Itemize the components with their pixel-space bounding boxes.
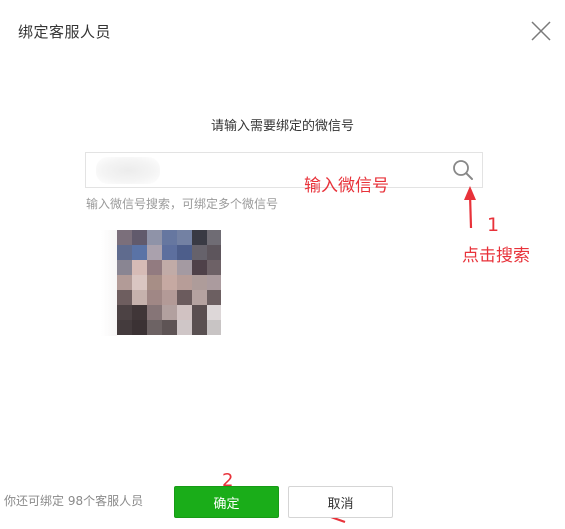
arrow-up-icon	[464, 186, 476, 229]
avatar-mosaic-cell	[117, 230, 132, 245]
avatar-mosaic-cell	[162, 275, 177, 290]
search-hint: 输入微信号搜索，可绑定多个微信号	[86, 197, 279, 211]
search-icon[interactable]	[451, 158, 475, 182]
dialog-title: 绑定客服人员	[18, 23, 112, 41]
avatar-mosaic-cell	[177, 305, 192, 320]
avatar-mosaic-cell	[147, 230, 162, 245]
avatar-mosaic-cell	[117, 305, 132, 320]
avatar-mosaic-cell	[132, 230, 147, 245]
avatar-mosaic-cell	[132, 275, 147, 290]
avatar-mosaic-cell	[192, 320, 207, 335]
avatar-mosaic-cell	[207, 320, 221, 335]
annotation-input-label: 输入微信号	[304, 176, 389, 196]
avatar-mosaic-cell	[192, 245, 207, 260]
avatar-mosaic-cell	[117, 275, 132, 290]
avatar-mosaic-cell	[177, 245, 192, 260]
avatar-mosaic-cell	[177, 320, 192, 335]
avatar-mosaic-cell	[132, 320, 147, 335]
search-prompt: 请输入需要绑定的微信号	[210, 119, 354, 134]
avatar-mosaic-cell	[147, 245, 162, 260]
avatar-mosaic-cell	[147, 290, 162, 305]
avatar-mosaic-cell	[177, 275, 192, 290]
avatar-mosaic-cell	[162, 305, 177, 320]
avatar-mosaic-cell	[132, 305, 147, 320]
confirm-button[interactable]: 确定	[174, 486, 279, 518]
avatar-mosaic-cell	[162, 260, 177, 275]
avatar-mosaic-cell	[162, 245, 177, 260]
avatar-mosaic-cell	[147, 275, 162, 290]
avatar-mosaic-cell	[162, 320, 177, 335]
avatar-mosaic-cell	[117, 290, 132, 305]
avatar-fade	[101, 230, 117, 336]
avatar-mosaic-cell	[117, 245, 132, 260]
search-box	[85, 152, 483, 188]
avatar-mosaic-cell	[192, 290, 207, 305]
avatar-mosaic-cell	[132, 290, 147, 305]
avatar-mosaic-cell	[117, 260, 132, 275]
avatar-mosaic-cell	[147, 260, 162, 275]
annotation-step1-number: 1	[487, 214, 500, 236]
avatar-mosaic-cell	[132, 245, 147, 260]
avatar-mosaic-cell	[207, 230, 221, 245]
annotation-step1-label: 点击搜索	[462, 246, 530, 266]
remaining-count-text: 你还可绑定 98个客服人员	[4, 494, 144, 508]
avatar-mosaic-cell	[192, 230, 207, 245]
avatar-mosaic-cell	[132, 260, 147, 275]
avatar-mosaic-cell	[177, 290, 192, 305]
avatar-mosaic-cell	[147, 305, 162, 320]
avatar-mosaic-cell	[177, 230, 192, 245]
avatar-mosaic-cell	[192, 275, 207, 290]
avatar-mosaic-cell	[147, 320, 162, 335]
avatar-mosaic-cell	[207, 260, 221, 275]
avatar-mosaic-cell	[177, 260, 192, 275]
cancel-button[interactable]: 取消	[288, 486, 393, 518]
close-icon[interactable]	[529, 19, 553, 43]
avatar-mosaic-cell	[207, 305, 221, 320]
avatar-mosaic-cell	[117, 320, 132, 335]
avatar-mosaic	[117, 230, 221, 335]
avatar-mosaic-cell	[207, 245, 221, 260]
avatar-mosaic-cell	[207, 275, 221, 290]
avatar[interactable]	[101, 230, 221, 336]
avatar-mosaic-cell	[192, 305, 207, 320]
avatar-mosaic-cell	[192, 260, 207, 275]
avatar-mosaic-cell	[162, 230, 177, 245]
avatar-mosaic-cell	[207, 290, 221, 305]
avatar-mosaic-cell	[162, 290, 177, 305]
